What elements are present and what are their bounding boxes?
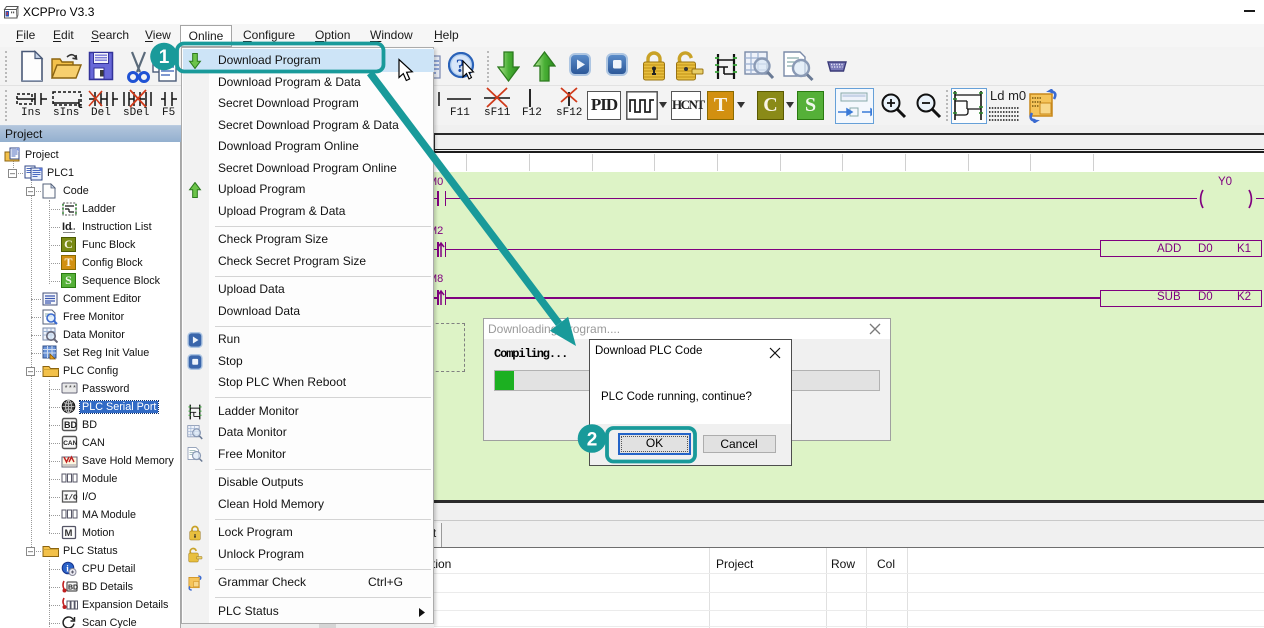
svg-text:M: M (65, 528, 73, 539)
svg-text:Id: Id (62, 221, 72, 233)
svg-text:BD: BD (64, 420, 77, 430)
svg-text:CAN: CAN (63, 440, 77, 447)
svg-text:***: *** (64, 386, 77, 394)
svg-text:BD: BD (68, 585, 78, 592)
svg-text:I/O: I/O (64, 495, 78, 503)
